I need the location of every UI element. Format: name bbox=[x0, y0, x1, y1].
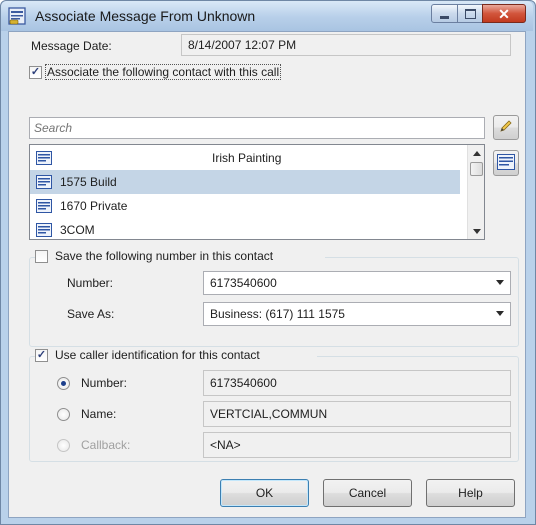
save-as-dropdown[interactable]: Business: (617) 111 1575 bbox=[203, 302, 511, 326]
check-icon: ✓ bbox=[30, 66, 41, 78]
save-as-dropdown-value: Business: (617) 111 1575 bbox=[210, 307, 345, 321]
radio-number-label: Number: bbox=[81, 376, 128, 390]
radio-name[interactable]: Name: bbox=[57, 406, 187, 424]
open-contact-button[interactable] bbox=[493, 150, 519, 176]
caller-id-checkbox[interactable]: ✓ Use caller identification for this con… bbox=[35, 347, 317, 365]
list-item[interactable]: 1670 Private bbox=[30, 194, 460, 218]
message-date-value: 8/14/2007 12:07 PM bbox=[188, 38, 297, 52]
radio-button[interactable] bbox=[57, 377, 70, 390]
number-dropdown-value: 6173540600 bbox=[210, 276, 277, 290]
checkbox-box[interactable] bbox=[35, 250, 48, 263]
list-item-label: Irish Painting bbox=[212, 151, 282, 165]
contact-card-icon bbox=[8, 7, 26, 25]
minimize-button[interactable] bbox=[431, 4, 458, 23]
window-title: Associate Message From Unknown bbox=[35, 8, 256, 24]
maximize-button[interactable] bbox=[457, 4, 483, 23]
help-button-label: Help bbox=[458, 486, 483, 500]
list-item[interactable]: Irish Painting bbox=[30, 146, 460, 170]
ok-button[interactable]: OK bbox=[220, 479, 309, 507]
list-item-label: 3COM bbox=[60, 223, 95, 237]
list-item-label: 1575 Build bbox=[60, 175, 117, 189]
callback-value: <NA> bbox=[210, 438, 241, 452]
caller-number-field: 6173540600 bbox=[203, 370, 511, 396]
callback-field: <NA> bbox=[203, 432, 511, 458]
radio-button-disabled bbox=[57, 439, 70, 452]
caller-name-field: VERTCIAL,COMMUN bbox=[203, 401, 511, 427]
contact-card-icon bbox=[36, 151, 52, 168]
save-number-label: Save the following number in this contac… bbox=[55, 249, 274, 263]
cancel-button-label: Cancel bbox=[348, 486, 387, 500]
contact-card-icon bbox=[497, 153, 515, 173]
number-label: Number: bbox=[67, 276, 114, 290]
caller-id-label: Use caller identification for this conta… bbox=[55, 348, 260, 362]
contact-card-icon bbox=[36, 199, 52, 216]
chevron-down-icon bbox=[496, 280, 504, 285]
list-scrollbar[interactable] bbox=[467, 145, 484, 239]
radio-number[interactable]: Number: bbox=[57, 375, 187, 393]
close-icon: ✕ bbox=[498, 5, 510, 22]
radio-callback: Callback: bbox=[57, 437, 187, 455]
chevron-down-icon bbox=[496, 311, 504, 316]
scroll-thumb[interactable] bbox=[470, 162, 483, 176]
help-button[interactable]: Help bbox=[426, 479, 515, 507]
contact-list[interactable]: Irish Painting 1575 Build 1670 Private 3… bbox=[29, 144, 485, 240]
radio-callback-label: Callback: bbox=[81, 438, 131, 452]
message-date-field: 8/14/2007 12:07 PM bbox=[181, 34, 511, 56]
scroll-up-button[interactable] bbox=[468, 145, 484, 161]
check-icon: ✓ bbox=[36, 349, 47, 361]
list-item[interactable]: 3COM bbox=[30, 218, 460, 239]
close-button[interactable]: ✕ bbox=[482, 4, 526, 23]
list-item-selected[interactable]: 1575 Build bbox=[30, 170, 460, 194]
radio-name-label: Name: bbox=[81, 407, 117, 421]
contact-card-icon bbox=[36, 223, 52, 239]
edit-contact-button[interactable] bbox=[493, 115, 519, 140]
minimize-icon bbox=[440, 15, 449, 19]
search-input[interactable] bbox=[29, 117, 485, 139]
contact-card-icon bbox=[36, 175, 52, 192]
list-item-label: 1670 Private bbox=[60, 199, 128, 213]
ok-button-label: OK bbox=[255, 486, 274, 500]
dialog-body: Message Date: 8/14/2007 12:07 PM ✓ Assoc… bbox=[8, 31, 526, 518]
checkbox-box[interactable]: ✓ bbox=[35, 349, 48, 362]
maximize-icon bbox=[464, 8, 476, 19]
save-number-checkbox[interactable]: Save the following number in this contac… bbox=[35, 248, 325, 266]
caller-number-value: 6173540600 bbox=[210, 376, 277, 390]
message-date-label: Message Date: bbox=[31, 39, 112, 53]
save-as-label: Save As: bbox=[67, 307, 115, 321]
number-dropdown[interactable]: 6173540600 bbox=[203, 271, 511, 295]
pencil-icon bbox=[498, 118, 514, 137]
associate-contact-checkbox[interactable]: ✓ Associate the following contact with t… bbox=[29, 64, 349, 82]
caller-name-value: VERTCIAL,COMMUN bbox=[210, 407, 328, 421]
title-bar[interactable]: Associate Message From Unknown ✕ bbox=[1, 1, 533, 31]
scroll-down-button[interactable] bbox=[468, 223, 484, 239]
radio-button[interactable] bbox=[57, 408, 70, 421]
radio-selected-dot bbox=[61, 381, 66, 386]
associate-contact-label: Associate the following contact with thi… bbox=[45, 64, 282, 80]
cancel-button[interactable]: Cancel bbox=[323, 479, 412, 507]
checkbox-box[interactable]: ✓ bbox=[29, 66, 42, 79]
arrow-down-icon bbox=[472, 228, 481, 234]
arrow-up-icon bbox=[472, 150, 481, 156]
